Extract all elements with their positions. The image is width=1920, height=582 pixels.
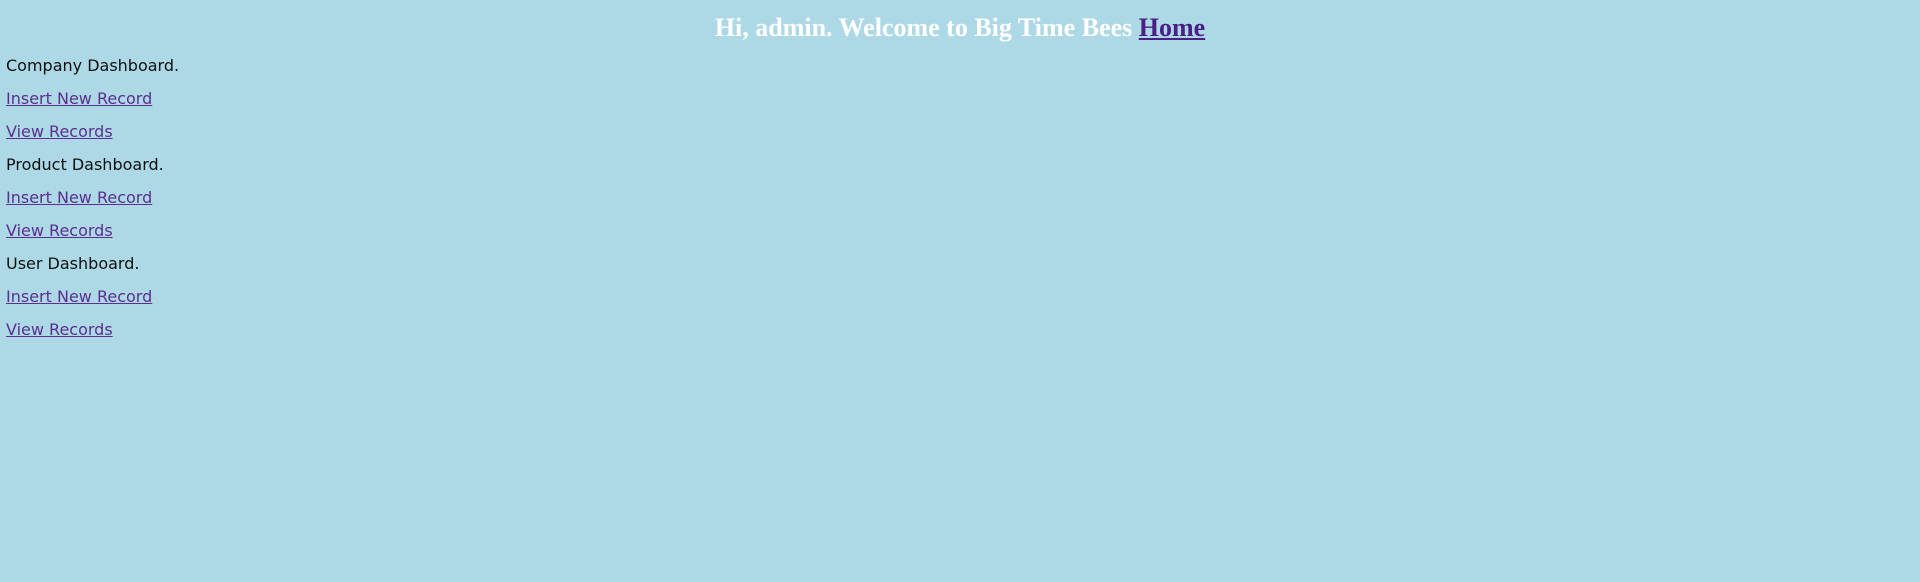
company-view-row: View Records bbox=[6, 122, 179, 155]
product-insert-record-link[interactable]: Insert New Record bbox=[6, 188, 152, 207]
product-insert-row: Insert New Record bbox=[6, 188, 179, 221]
page-header: Hi, admin. Welcome to Big Time Bees Home bbox=[0, 12, 1920, 44]
product-view-records-link[interactable]: View Records bbox=[6, 221, 113, 240]
user-insert-row: Insert New Record bbox=[6, 287, 179, 320]
user-view-records-link[interactable]: View Records bbox=[6, 320, 113, 339]
company-insert-row: Insert New Record bbox=[6, 89, 179, 122]
company-view-records-link[interactable]: View Records bbox=[6, 122, 113, 141]
welcome-text: Hi, admin. Welcome to Big Time Bees bbox=[714, 13, 1133, 42]
dashboard-list: Company Dashboard. Insert New Record Vie… bbox=[6, 56, 179, 353]
product-view-row: View Records bbox=[6, 221, 179, 254]
user-insert-record-link[interactable]: Insert New Record bbox=[6, 287, 152, 306]
home-link[interactable]: Home bbox=[1139, 13, 1205, 42]
product-dashboard-title: Product Dashboard. bbox=[6, 155, 164, 174]
user-dashboard-title: User Dashboard. bbox=[6, 254, 140, 273]
company-insert-record-link[interactable]: Insert New Record bbox=[6, 89, 152, 108]
company-dashboard-title: Company Dashboard. bbox=[6, 56, 180, 75]
user-view-row: View Records bbox=[6, 320, 179, 353]
